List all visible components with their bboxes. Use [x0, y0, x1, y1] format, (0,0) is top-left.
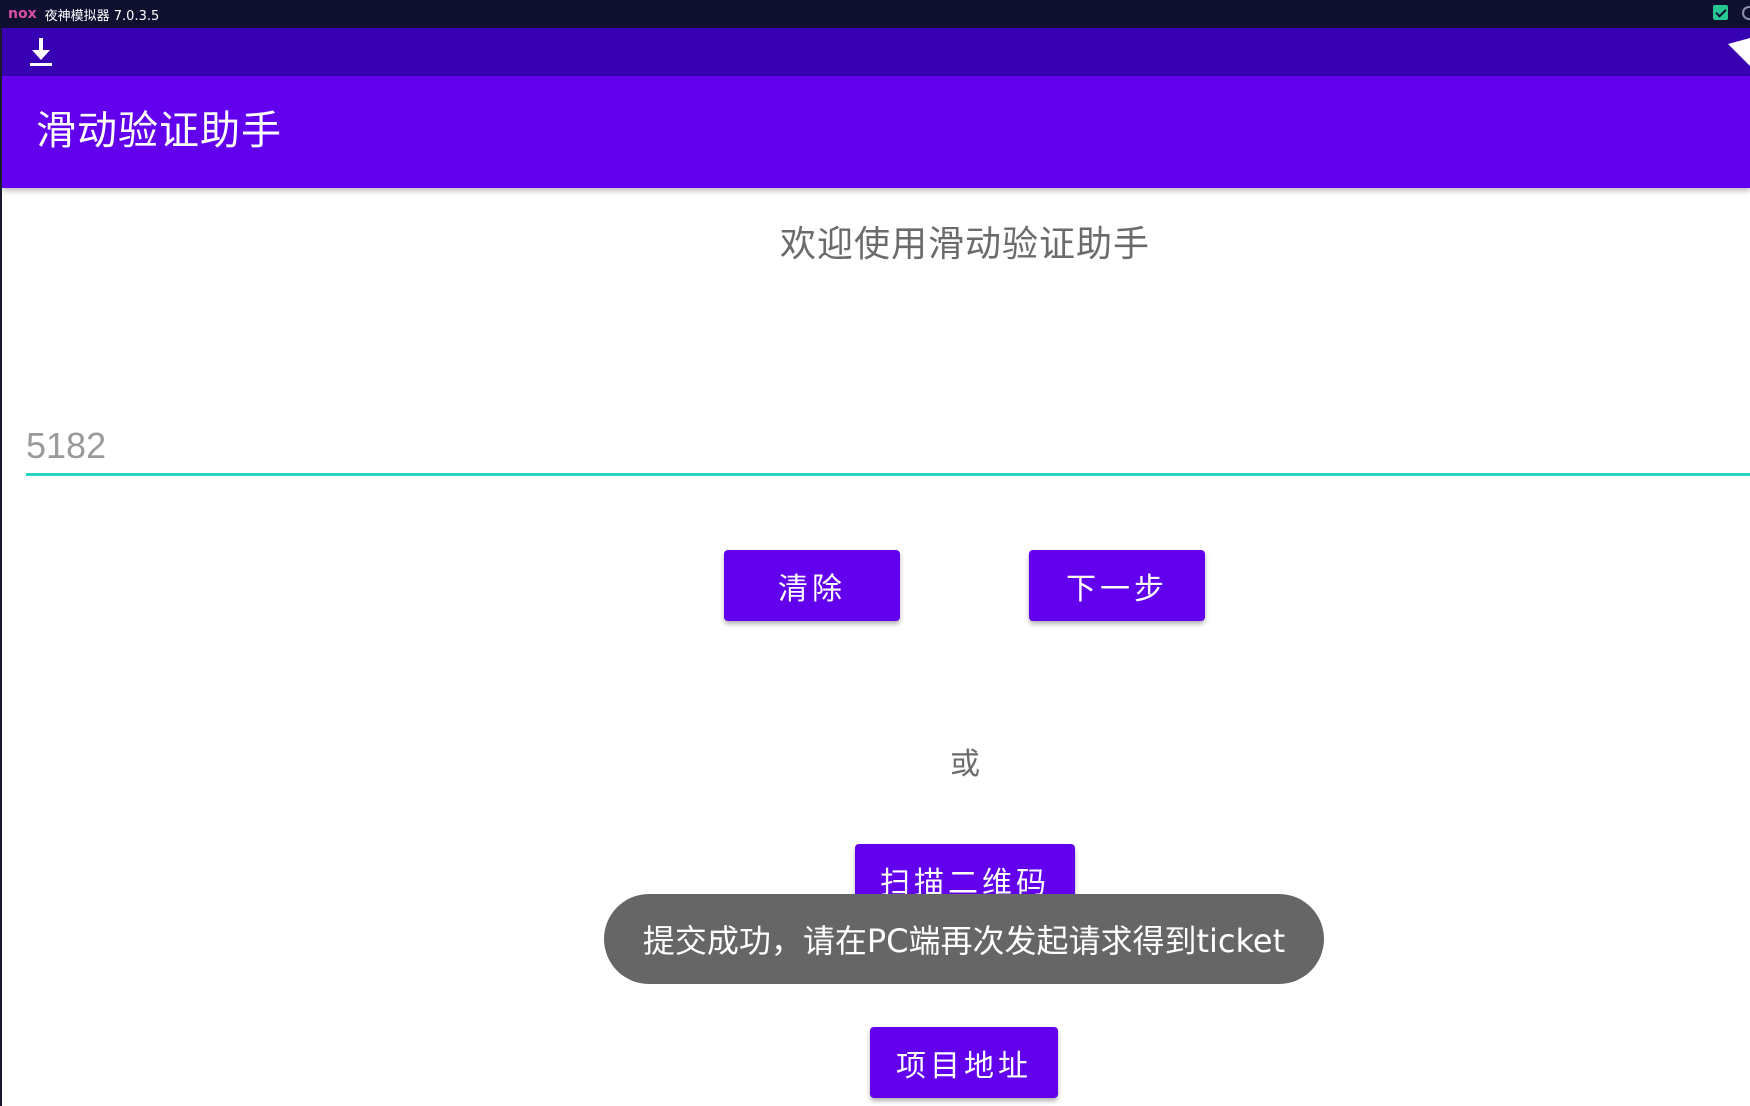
project-url-button[interactable]: 项目地址 [870, 1027, 1058, 1098]
partial-window-icon[interactable] [1742, 6, 1750, 20]
window-left-border [0, 28, 2, 1106]
code-input[interactable] [26, 418, 1750, 476]
or-label: 或 [950, 747, 980, 782]
check-badge-icon[interactable] [1713, 5, 1728, 20]
wifi-icon [1728, 38, 1750, 66]
toast-message: 提交成功，请在PC端再次发起请求得到ticket [604, 894, 1324, 984]
next-button[interactable]: 下一步 [1029, 550, 1205, 621]
app-bar: 滑动验证助手 [2, 76, 1750, 188]
android-status-bar [2, 28, 1750, 76]
nox-logo: nox [8, 6, 37, 22]
welcome-container: 欢迎使用滑动验证助手 [700, 222, 1230, 268]
welcome-text: 欢迎使用滑动验证助手 [779, 224, 1150, 265]
download-icon [30, 38, 52, 66]
emulator-title: 夜神模拟器 7.0.3.5 [44, 8, 160, 24]
app-title: 滑动验证助手 [36, 108, 282, 154]
emulator-titlebar: nox 夜神模拟器 7.0.3.5 [0, 0, 1750, 28]
clear-button[interactable]: 清除 [724, 550, 900, 621]
